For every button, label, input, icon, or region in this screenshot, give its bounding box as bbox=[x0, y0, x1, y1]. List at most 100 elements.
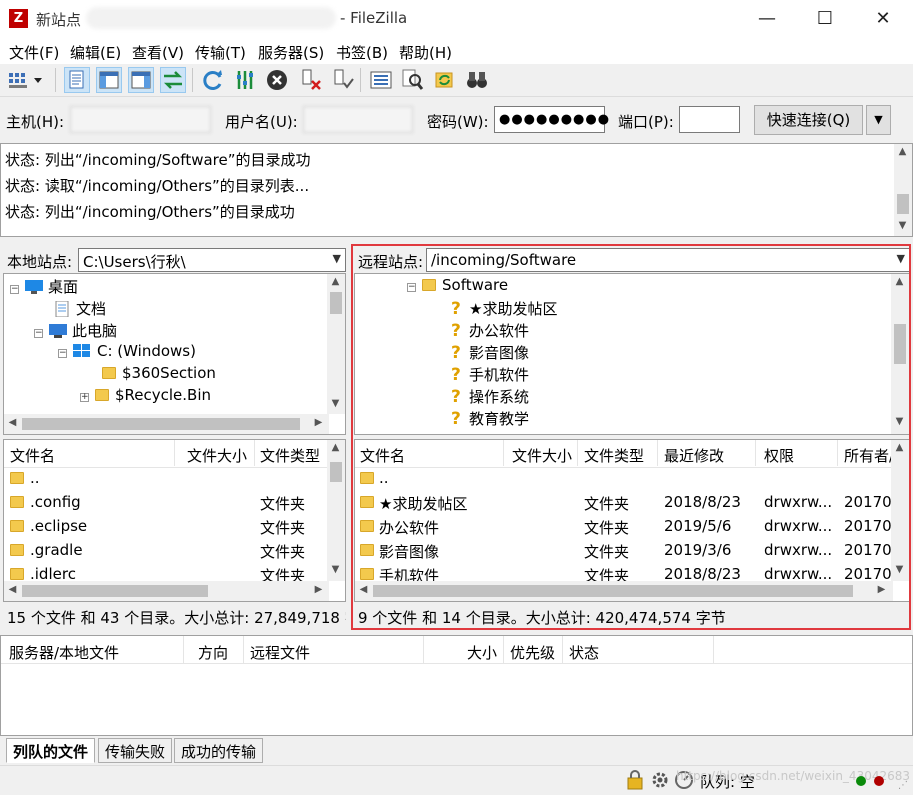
local-tree-vscrollbar[interactable]: ▲ ▼ bbox=[327, 274, 345, 414]
tree-item-folder[interactable]: $360Section bbox=[102, 364, 216, 386]
tree-item-software[interactable]: − Software bbox=[407, 276, 508, 298]
tree-item-folder[interactable]: ? 手机软件 bbox=[451, 364, 529, 386]
password-input[interactable]: ●●●●●●●●● bbox=[494, 106, 609, 133]
menu-view[interactable]: 查看(V) bbox=[132, 42, 184, 63]
tree-item-folder[interactable]: ? ★求助发帖区 bbox=[451, 298, 557, 320]
maximize-button[interactable]: ☐ bbox=[796, 0, 854, 38]
list-item[interactable]: .idlerc 文件夹 bbox=[4, 563, 329, 581]
scroll-left-icon[interactable]: ◀ bbox=[355, 584, 372, 595]
column-filename[interactable]: 文件名 bbox=[10, 445, 55, 466]
file-type: 文件夹 bbox=[260, 543, 306, 561]
remote-path-combo[interactable]: /incoming/Software ▼ bbox=[426, 248, 910, 272]
toggle-log-icon[interactable] bbox=[64, 67, 90, 93]
menu-file[interactable]: 文件(F) bbox=[9, 42, 59, 63]
list-item[interactable]: 手机软件 文件夹 2018/8/23 drwxrw... 20170 bbox=[355, 563, 893, 581]
scroll-right-icon[interactable]: ▶ bbox=[310, 417, 327, 428]
menu-transfer[interactable]: 传输(T) bbox=[195, 42, 246, 63]
local-list-vscrollbar[interactable]: ▲ ▼ bbox=[327, 440, 345, 581]
refresh-icon[interactable] bbox=[200, 67, 226, 93]
remote-list-hscrollbar[interactable]: ◀ ▶ bbox=[355, 581, 893, 601]
list-item[interactable]: .gradle 文件夹 bbox=[4, 539, 329, 563]
scroll-down-icon[interactable]: ▼ bbox=[891, 416, 908, 427]
tree-item-folder[interactable]: ? 教育教学 bbox=[451, 408, 529, 428]
column-filesize[interactable]: 文件大小 bbox=[512, 445, 572, 466]
scroll-up-icon[interactable]: ▲ bbox=[327, 442, 344, 453]
local-list-hscrollbar[interactable]: ◀ ▶ bbox=[4, 581, 329, 601]
scroll-down-icon[interactable]: ▼ bbox=[327, 564, 344, 575]
column-last-modified[interactable]: 最近修改 bbox=[664, 445, 724, 466]
column-filesize[interactable]: 文件大小 bbox=[187, 445, 247, 466]
tab-queued-files[interactable]: 列队的文件 bbox=[6, 738, 96, 763]
list-item[interactable]: .eclipse 文件夹 bbox=[4, 515, 329, 539]
tree-item-c-drive[interactable]: − C: (Windows) bbox=[58, 342, 196, 364]
menu-bookmarks[interactable]: 书签(B) bbox=[336, 42, 388, 63]
scroll-down-icon[interactable]: ▼ bbox=[891, 564, 908, 575]
log-scrollbar[interactable]: ▲ ▼ bbox=[894, 144, 912, 236]
username-input[interactable] bbox=[303, 106, 413, 133]
column-size[interactable]: 大小 bbox=[467, 642, 497, 663]
close-button[interactable]: ✕ bbox=[854, 0, 912, 38]
remote-tree-vscrollbar[interactable]: ▲ ▼ bbox=[891, 274, 909, 434]
column-filetype[interactable]: 文件类型 bbox=[584, 445, 644, 466]
column-status[interactable]: 状态 bbox=[569, 642, 599, 663]
menu-edit[interactable]: 编辑(E) bbox=[70, 42, 121, 63]
tree-item-folder[interactable]: ? 办公软件 bbox=[451, 320, 529, 342]
remote-list-vscrollbar[interactable]: ▲ ▼ bbox=[891, 440, 909, 581]
column-filename[interactable]: 文件名 bbox=[360, 445, 405, 466]
scroll-up-icon[interactable]: ▲ bbox=[891, 276, 908, 287]
column-server-local-file[interactable]: 服务器/本地文件 bbox=[9, 642, 119, 663]
chevron-down-icon[interactable]: ▼ bbox=[897, 252, 905, 265]
scroll-right-icon[interactable]: ▶ bbox=[310, 584, 327, 595]
column-priority[interactable]: 优先级 bbox=[510, 642, 555, 663]
reconnect-icon[interactable] bbox=[330, 67, 356, 93]
scroll-right-icon[interactable]: ▶ bbox=[873, 584, 890, 595]
host-input[interactable] bbox=[70, 106, 211, 133]
column-direction[interactable]: 方向 bbox=[198, 642, 228, 663]
list-item[interactable]: 办公软件 文件夹 2019/5/6 drwxrw... 20170 bbox=[355, 515, 893, 539]
list-item[interactable]: .. bbox=[4, 467, 329, 491]
tree-item-folder[interactable]: + $Recycle.Bin bbox=[80, 386, 211, 408]
tree-item-folder[interactable]: ? 影音图像 bbox=[451, 342, 529, 364]
site-manager-icon[interactable] bbox=[6, 67, 46, 93]
list-item[interactable]: .config 文件夹 bbox=[4, 491, 329, 515]
scroll-down-icon[interactable]: ▼ bbox=[894, 220, 911, 231]
tab-successful-transfers[interactable]: 成功的传输 bbox=[174, 738, 264, 763]
scroll-up-icon[interactable]: ▲ bbox=[894, 146, 911, 157]
list-item[interactable]: 影音图像 文件夹 2019/3/6 drwxrw... 20170 bbox=[355, 539, 893, 563]
menu-server[interactable]: 服务器(S) bbox=[258, 42, 324, 63]
minimize-button[interactable]: — bbox=[738, 0, 796, 38]
process-queue-icon[interactable] bbox=[232, 67, 258, 93]
local-path-combo[interactable]: C:\Users\行秋\ ▼ bbox=[78, 248, 346, 272]
toggle-local-tree-icon[interactable] bbox=[96, 67, 122, 93]
disconnect-icon[interactable] bbox=[298, 67, 324, 93]
menu-help[interactable]: 帮助(H) bbox=[399, 42, 452, 63]
column-filetype[interactable]: 文件类型 bbox=[260, 445, 320, 466]
scroll-left-icon[interactable]: ◀ bbox=[4, 584, 21, 595]
cancel-operation-icon[interactable] bbox=[264, 67, 290, 93]
chevron-down-icon[interactable]: ▼ bbox=[333, 252, 341, 265]
directory-listing-filter-icon[interactable] bbox=[368, 67, 394, 93]
scroll-down-icon[interactable]: ▼ bbox=[327, 398, 344, 409]
list-item[interactable]: .. bbox=[355, 467, 893, 491]
port-input[interactable] bbox=[679, 106, 740, 133]
list-item[interactable]: ★求助发帖区 文件夹 2018/8/23 drwxrw... 20170 bbox=[355, 491, 893, 515]
quickconnect-button[interactable]: 快速连接(Q) bbox=[754, 105, 863, 135]
scroll-up-icon[interactable]: ▲ bbox=[327, 276, 344, 287]
column-remote-file[interactable]: 远程文件 bbox=[250, 642, 310, 663]
search-icon[interactable] bbox=[400, 67, 426, 93]
scroll-left-icon[interactable]: ◀ bbox=[4, 417, 21, 428]
scroll-up-icon[interactable]: ▲ bbox=[891, 442, 908, 453]
tree-item-desktop[interactable]: − 桌面 bbox=[10, 276, 78, 298]
tree-item-this-pc[interactable]: − 此电脑 bbox=[34, 320, 117, 342]
synchronized-browsing-icon[interactable] bbox=[432, 67, 458, 93]
tree-item-folder[interactable]: ? 操作系统 bbox=[451, 386, 529, 408]
column-permissions[interactable]: 权限 bbox=[764, 445, 794, 466]
resize-grip-icon[interactable]: ⋰ bbox=[898, 780, 908, 791]
toggle-remote-tree-icon[interactable] bbox=[128, 67, 154, 93]
quickconnect-history-dropdown[interactable]: ▼ bbox=[866, 105, 891, 135]
tab-failed-transfers[interactable]: 传输失败 bbox=[98, 738, 173, 763]
toggle-queue-icon[interactable] bbox=[160, 67, 186, 93]
local-tree-hscrollbar[interactable]: ◀ ▶ bbox=[4, 414, 329, 434]
binoculars-icon[interactable] bbox=[464, 67, 490, 93]
tree-item-documents[interactable]: 文档 bbox=[54, 298, 106, 320]
